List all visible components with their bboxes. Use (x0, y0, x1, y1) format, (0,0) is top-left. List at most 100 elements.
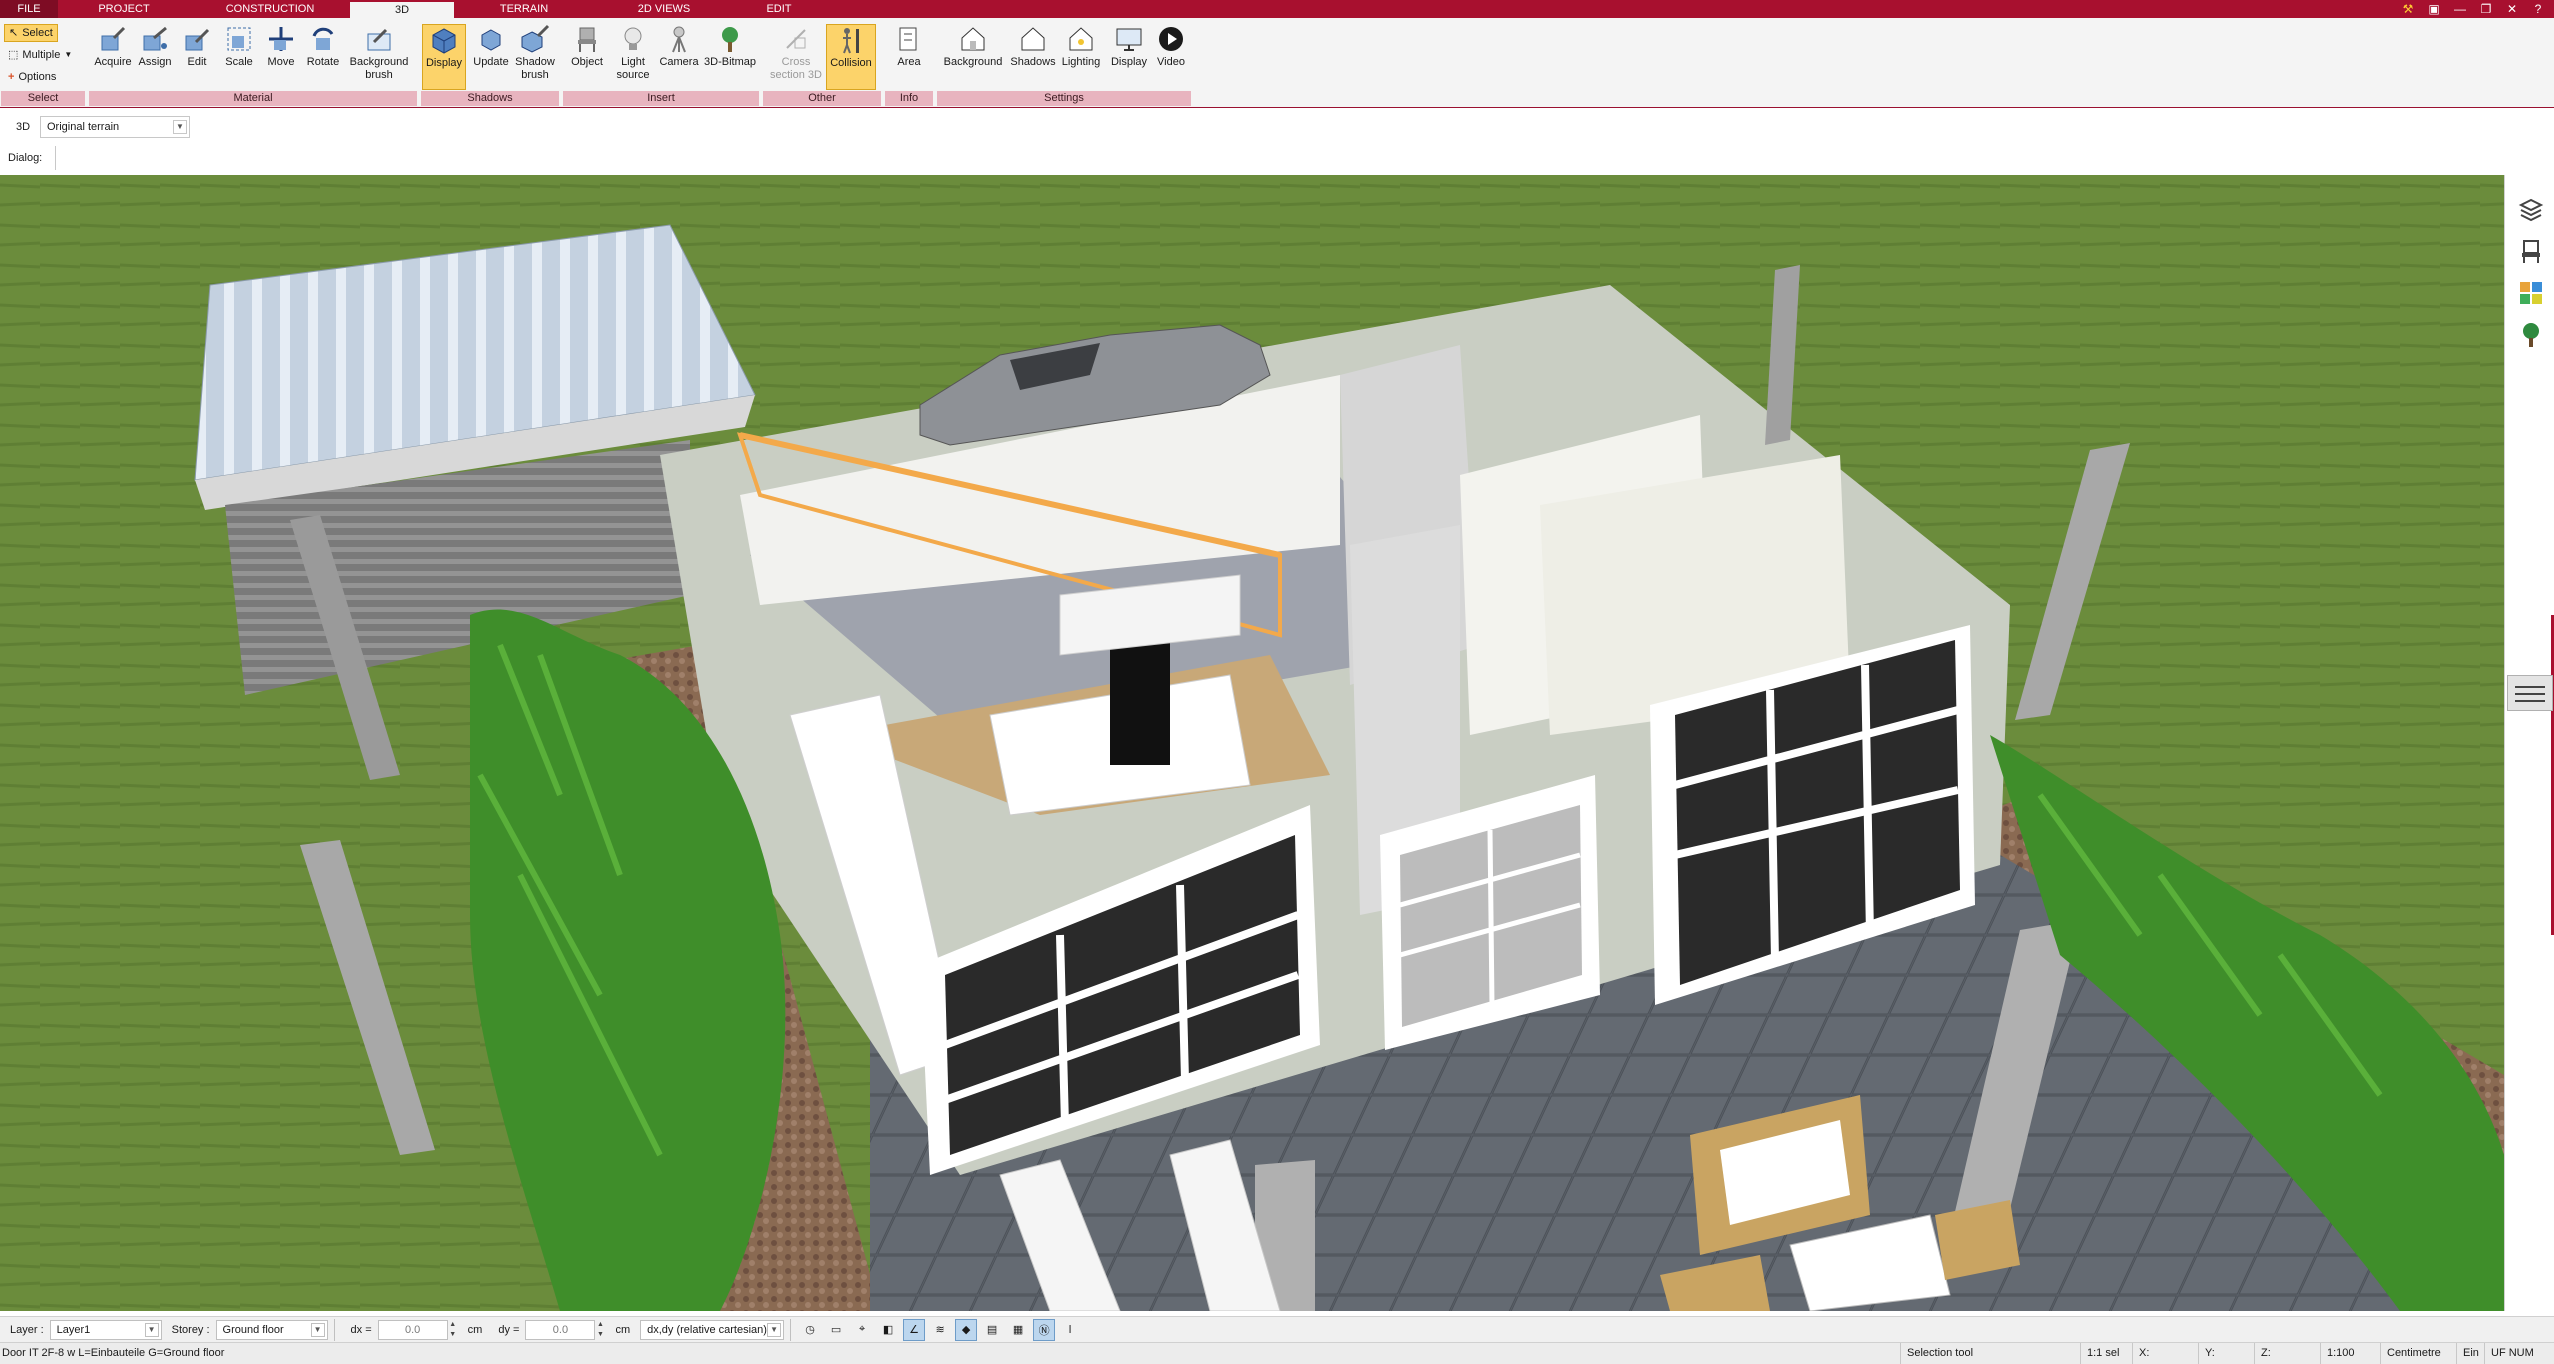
select-label: Select (22, 27, 53, 39)
cross-section-icon (786, 29, 806, 49)
display-settings-button[interactable]: Display (1106, 24, 1152, 69)
options-button[interactable]: + Options (4, 68, 60, 86)
chevron-down-icon: ▼ (173, 120, 187, 134)
cube-shadow-icon (432, 28, 456, 54)
display-shadows-button[interactable]: Display (422, 24, 466, 90)
settings-group: Background Shadows Lighting Display Vide… (936, 20, 1192, 108)
coordinate-mode-dropdown[interactable]: dx,dy (relative cartesian) ▼ (640, 1319, 785, 1340)
tab-3d[interactable]: 3D (350, 0, 454, 18)
light-source-dropdown[interactable]: Light source (610, 24, 656, 82)
button-label: Area (897, 56, 921, 68)
area-button[interactable]: Area (886, 24, 932, 69)
layer-value: Layer1 (56, 1323, 91, 1336)
panel-toggle-handle[interactable] (2507, 675, 2553, 711)
tab-file[interactable]: FILE (0, 0, 58, 18)
clock-icon[interactable]: ◷ (799, 1319, 821, 1341)
snap-icon[interactable]: ⌖ (851, 1319, 873, 1341)
background-brush-button[interactable]: Background brush (344, 24, 414, 82)
info-icon[interactable]: ǀ (1059, 1319, 1081, 1341)
lock-icon[interactable]: ▣ (2426, 1, 2442, 17)
tab-project[interactable]: PROJECT (58, 0, 190, 18)
house-background-icon (961, 27, 985, 51)
dy-unit: cm (615, 1323, 631, 1336)
button-label: Display (1110, 56, 1148, 68)
monitor-icon[interactable]: ▭ (825, 1319, 847, 1341)
button-label: Assign (138, 56, 172, 68)
multiple-dropdown[interactable]: ⬚ Multiple ▼ (4, 46, 76, 64)
terrain-dropdown[interactable]: Original terrain ▼ (40, 116, 190, 138)
restore-icon[interactable]: ❐ (2478, 1, 2494, 17)
update-shadows-button[interactable]: Update (468, 24, 514, 69)
video-button[interactable]: Video (1148, 24, 1194, 69)
scale: 1:100 (2320, 1343, 2380, 1364)
layer-coordinate-bar: Layer : Layer1 ▼ Storey : Ground floor ▼… (0, 1316, 2554, 1342)
assign-button[interactable]: Assign (132, 24, 178, 69)
background-settings-button[interactable]: Background (938, 24, 1008, 69)
close-icon[interactable]: ✕ (2504, 1, 2520, 17)
scale-button[interactable]: Scale (216, 24, 262, 69)
furniture-catalog-icon[interactable] (2517, 237, 2545, 265)
button-label: Object (571, 56, 603, 68)
chair-icon (578, 27, 596, 52)
move-button[interactable]: Move (258, 24, 304, 69)
storey-dropdown[interactable]: Ground floor ▼ (215, 1319, 328, 1340)
eyedropper-icon (101, 26, 126, 51)
north-icon[interactable]: Ⓝ (1033, 1318, 1056, 1341)
camera-button[interactable]: Camera (656, 24, 702, 69)
hatch-icon[interactable]: ▤ (981, 1319, 1003, 1341)
chevron-down-icon: ▼ (310, 1322, 325, 1337)
dy-spinner[interactable]: ▲ ▼ (595, 1320, 605, 1340)
button-label: Background brush (349, 56, 409, 81)
menu-tab-bar: FILE PROJECT CONSTRUCTION 3D TERRAIN 2D … (0, 0, 2554, 18)
wall-snap-icon[interactable]: ≋ (929, 1319, 951, 1341)
house-light-icon (1069, 27, 1093, 51)
plane-icon[interactable]: ◆ (955, 1318, 978, 1341)
palette-icon[interactable]: ◧ (877, 1319, 899, 1341)
cross-section-3d-button[interactable]: Cross section 3D (770, 24, 822, 82)
button-label: Update (473, 56, 509, 68)
storey-label: Storey : (171, 1323, 210, 1336)
plants-icon[interactable] (2517, 321, 2545, 349)
tab-construction[interactable]: CONSTRUCTION (190, 0, 350, 18)
collision-button[interactable]: Collision (826, 24, 876, 90)
rotate-button[interactable]: Rotate (300, 24, 346, 69)
house-shadow-icon (1021, 27, 1045, 51)
button-label: Light source (616, 56, 650, 81)
tab-edit[interactable]: EDIT (734, 0, 824, 18)
dx-label: dx = (350, 1323, 372, 1336)
shadows-settings-button[interactable]: Shadows (1010, 24, 1056, 69)
rotate-icon (312, 27, 334, 50)
select-button[interactable]: ↖ Select (4, 24, 58, 42)
layers-icon[interactable] (2517, 195, 2545, 223)
dx-spinner[interactable]: ▲ ▼ (448, 1320, 458, 1340)
angle-snap-icon[interactable]: ∠ (903, 1318, 926, 1341)
insert-object-button[interactable]: Object (564, 24, 610, 69)
info-group: Area Info (884, 20, 934, 108)
button-label: Scale (225, 56, 253, 68)
3d-bitmap-button[interactable]: 3D-Bitmap (702, 24, 758, 69)
button-label: Cross section 3D (770, 56, 822, 81)
select-group: ↖ Select ⬚ Multiple ▼ + Options Select (0, 20, 86, 108)
tools-icon[interactable]: ⚒ (2400, 1, 2416, 17)
move-arrows-icon (269, 27, 293, 51)
help-icon[interactable]: ? (2530, 1, 2546, 17)
grid-icon[interactable]: ▦ (1007, 1319, 1029, 1341)
shadow-brush-button[interactable]: Shadow brush (512, 24, 558, 82)
layer-dropdown[interactable]: Layer1 ▼ (49, 1319, 162, 1340)
materials-icon[interactable] (2517, 279, 2545, 307)
3d-house-render[interactable] (0, 175, 2504, 1311)
minimize-icon[interactable]: — (2452, 1, 2468, 17)
dx-input[interactable]: 0.0 (377, 1319, 448, 1340)
3d-viewport[interactable] (0, 175, 2504, 1311)
group-label: Info (885, 91, 933, 106)
lighting-settings-button[interactable]: Lighting (1058, 24, 1104, 69)
dy-input[interactable]: 0.0 (525, 1319, 596, 1340)
acquire-button[interactable]: Acquire (90, 24, 136, 69)
lightbulb-icon (624, 27, 642, 50)
cube-update-icon (481, 29, 501, 51)
edit-material-button[interactable]: Edit (174, 24, 220, 69)
tab-terrain[interactable]: TERRAIN (454, 0, 594, 18)
tab-2d-views[interactable]: 2D VIEWS (594, 0, 734, 18)
view-mode-label: 3D (16, 121, 31, 133)
button-label: Video (1157, 56, 1185, 68)
